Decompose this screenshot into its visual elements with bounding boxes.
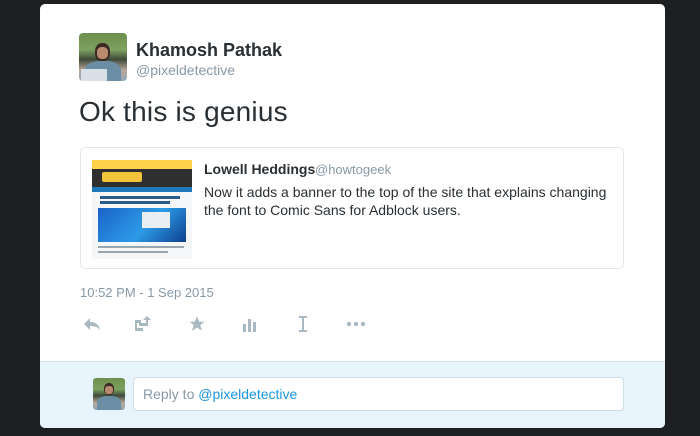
- reply-input[interactable]: Reply to @pixeldetective: [133, 377, 624, 411]
- tweet-actions: [80, 312, 380, 336]
- more-dots-icon[interactable]: [344, 312, 368, 336]
- retweet-icon[interactable]: [130, 312, 154, 336]
- quoted-tweet-thumbnail[interactable]: [92, 160, 192, 259]
- quoted-tweet-text: Now it adds a banner to the top of the s…: [204, 184, 607, 218]
- favorite-star-icon[interactable]: [185, 312, 209, 336]
- quoted-tweet[interactable]: Lowell Heddings @howtogeek Now it adds a…: [80, 147, 624, 269]
- author-handle[interactable]: @pixeldetective: [136, 62, 235, 78]
- analytics-icon[interactable]: [238, 312, 262, 336]
- tweet-card: Khamosh Pathak @pixeldetective Ok this i…: [40, 4, 665, 428]
- quoted-author-name: Lowell Heddings: [204, 161, 316, 177]
- text-cursor-icon[interactable]: [291, 312, 315, 336]
- tweet-timestamp[interactable]: 10:52 PM - 1 Sep 2015: [80, 285, 214, 300]
- reply-icon[interactable]: [80, 312, 104, 336]
- quoted-author-handle: @howtogeek: [315, 162, 392, 177]
- tweet-text: Ok this is genius: [79, 96, 288, 127]
- author-avatar[interactable]: [79, 33, 127, 81]
- reply-mention: @pixeldetective: [198, 386, 298, 402]
- reply-area: Reply to @pixeldetective: [40, 361, 665, 428]
- author-name[interactable]: Khamosh Pathak: [136, 40, 282, 61]
- current-user-avatar: [93, 378, 125, 410]
- reply-placeholder-prefix: Reply to: [143, 386, 199, 402]
